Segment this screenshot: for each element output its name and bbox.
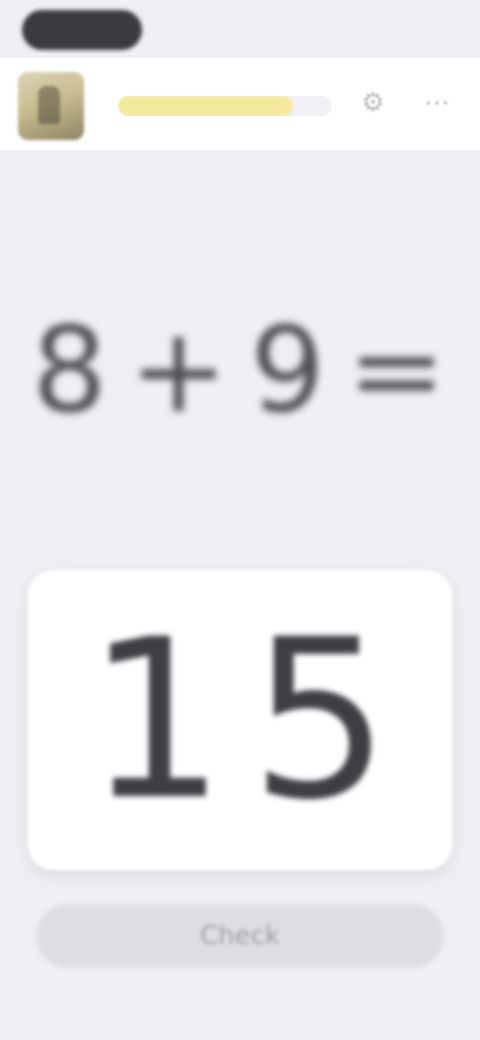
progress-bar (118, 96, 332, 116)
left-operand: 8 (32, 301, 110, 439)
right-operand: 9 (250, 301, 328, 439)
gear-icon[interactable]: ⚙ (356, 86, 390, 120)
avatar[interactable] (18, 72, 84, 140)
math-question: 8 + 9 = (32, 300, 446, 440)
equals-sign: = (347, 301, 448, 439)
progress-fill (118, 96, 294, 116)
status-pill (22, 10, 142, 50)
header: ⚙ ⋯ (0, 58, 480, 150)
answer-value: 15 (86, 592, 414, 848)
more-icon[interactable]: ⋯ (420, 86, 454, 120)
answer-card[interactable]: 15 (28, 570, 452, 870)
check-button[interactable]: Check (36, 904, 444, 968)
operator: + (129, 301, 230, 439)
